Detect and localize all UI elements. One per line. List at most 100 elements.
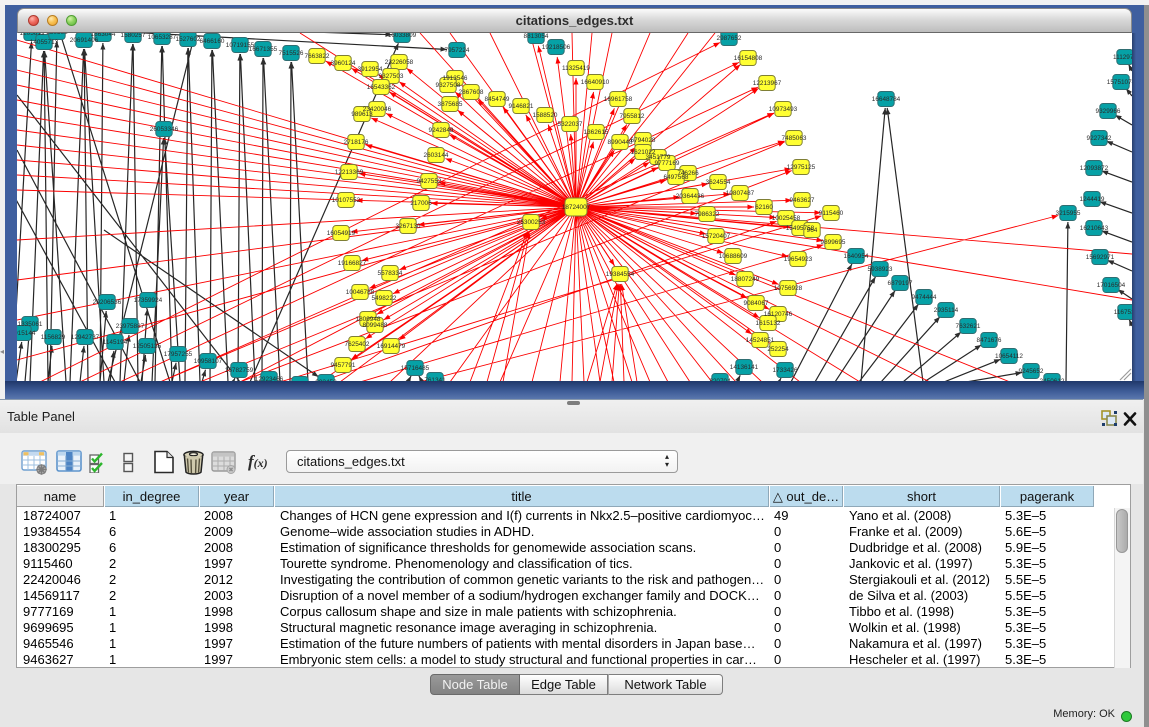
svg-text:5498222: 5498222: [372, 295, 397, 302]
svg-text:9463627: 9463627: [790, 197, 815, 204]
svg-text:9427552: 9427552: [417, 178, 442, 185]
svg-text:9327503: 9327503: [379, 73, 404, 80]
svg-text:9777169: 9777169: [655, 160, 680, 167]
svg-text:989613: 989613: [351, 111, 373, 118]
svg-text:7957224: 7957224: [445, 47, 470, 54]
svg-text:3267130: 3267130: [396, 223, 421, 230]
svg-text:7485063: 7485063: [782, 135, 807, 142]
svg-text:9146821: 9146821: [509, 103, 534, 110]
svg-text:1913546: 1913546: [443, 75, 468, 82]
svg-text:10654112: 10654112: [995, 353, 1023, 360]
svg-text:9245652: 9245652: [1019, 368, 1044, 375]
svg-text:17957255: 17957255: [164, 351, 193, 358]
svg-text:8813054: 8813054: [524, 33, 549, 40]
svg-text:6466160: 6466160: [200, 38, 225, 45]
svg-text:1863044: 1863044: [91, 33, 116, 38]
svg-text:761341: 761341: [424, 377, 446, 381]
svg-text:23975887: 23975887: [116, 323, 145, 330]
svg-text:5938923: 5938923: [868, 266, 893, 273]
svg-text:1205619: 1205619: [20, 33, 45, 37]
svg-text:7663822: 7663822: [305, 53, 330, 60]
svg-text:9899695: 9899695: [821, 239, 846, 246]
svg-text:1588520: 1588520: [533, 112, 558, 119]
svg-text:62160: 62160: [755, 204, 773, 211]
svg-text:25300253: 25300253: [517, 219, 546, 226]
svg-text:9084067: 9084067: [744, 300, 769, 307]
svg-text:2603144: 2603144: [424, 152, 449, 159]
svg-text:18807249: 18807249: [731, 276, 760, 283]
svg-text:20364436: 20364436: [676, 193, 705, 200]
svg-text:15720407: 15720407: [702, 233, 731, 240]
svg-text:12505135: 12505135: [133, 343, 162, 350]
svg-text:7986322: 7986322: [695, 211, 720, 218]
svg-text:10107552: 10107552: [332, 197, 361, 204]
svg-text:7515526: 7515526: [279, 50, 304, 57]
svg-text:10958107: 10958107: [194, 358, 223, 365]
svg-text:252254: 252254: [767, 346, 789, 353]
svg-text:9242848: 9242848: [429, 127, 454, 134]
svg-text:20691406: 20691406: [70, 37, 99, 44]
svg-text:10756928: 10756928: [774, 285, 803, 292]
svg-text:3624554: 3624554: [706, 179, 731, 186]
svg-text:6497568: 6497568: [664, 174, 689, 181]
svg-text:14136141: 14136141: [730, 364, 759, 371]
svg-text:17359924: 17359924: [134, 297, 163, 304]
svg-text:1335061: 1335061: [18, 321, 43, 328]
svg-text:12975125: 12975125: [787, 164, 816, 171]
svg-text:8471676: 8471676: [977, 337, 1002, 344]
svg-text:10046788: 10046788: [346, 289, 375, 296]
svg-text:1527602: 1527602: [176, 36, 201, 43]
svg-text:12923466: 12923466: [255, 376, 284, 381]
svg-text:18724007: 18724007: [562, 204, 591, 211]
svg-text:230568: 230568: [46, 33, 68, 36]
svg-text:9327508: 9327508: [436, 82, 461, 89]
svg-text:1733426: 1733426: [773, 367, 798, 374]
svg-text:16210643: 16210643: [1080, 225, 1109, 232]
svg-text:10025458: 10025458: [772, 215, 801, 222]
svg-text:9115460: 9115460: [819, 210, 844, 217]
svg-text:1167534: 1167534: [1114, 309, 1132, 316]
svg-text:12942737: 12942737: [71, 334, 100, 341]
svg-text:2450612: 2450612: [1040, 378, 1065, 381]
svg-text:26053346: 26053346: [150, 126, 179, 133]
svg-text:3960124: 3960124: [331, 60, 356, 67]
svg-text:10807487: 10807487: [726, 190, 755, 197]
svg-text:11325419: 11325419: [562, 65, 590, 72]
svg-text:12093872: 12093872: [1080, 165, 1109, 172]
svg-text:16648784: 16648784: [872, 96, 901, 103]
svg-text:2718176: 2718176: [344, 139, 369, 146]
svg-text:1244419: 1244419: [1080, 196, 1105, 203]
svg-text:8099488: 8099488: [363, 322, 388, 329]
svg-text:16033809: 16033809: [388, 33, 417, 39]
svg-text:1580257: 1580257: [121, 33, 146, 39]
svg-text:16671355: 16671355: [249, 46, 278, 53]
svg-text:5578334: 5578334: [378, 270, 403, 277]
svg-text:16782759: 16782759: [225, 367, 254, 374]
svg-text:8990448: 8990448: [608, 139, 633, 146]
svg-text:9227342: 9227342: [1087, 135, 1112, 142]
svg-text:16914479: 16914479: [377, 343, 406, 350]
svg-text:1615132: 1615132: [756, 320, 781, 327]
svg-text:19166827: 19166827: [338, 260, 367, 267]
svg-text:6794028: 6794028: [631, 137, 656, 144]
svg-text:16054919: 16054919: [327, 230, 356, 237]
svg-text:12213967: 12213967: [753, 80, 782, 87]
svg-text:1156829: 1156829: [41, 334, 66, 341]
svg-text:10973493: 10973493: [769, 106, 798, 113]
svg-text:15751074: 15751074: [1107, 79, 1132, 86]
svg-text:7632621: 7632621: [956, 323, 981, 330]
svg-text:7625402: 7625402: [345, 341, 370, 348]
svg-text:1362615: 1362615: [584, 129, 609, 136]
svg-text:2867608: 2867608: [459, 89, 484, 96]
svg-text:3915144: 3915144: [17, 330, 36, 337]
svg-text:23226058: 23226058: [385, 59, 414, 66]
svg-text:9457791: 9457791: [331, 362, 356, 369]
svg-text:3215955: 3215955: [1056, 210, 1081, 217]
svg-text:19218506: 19218506: [542, 44, 571, 51]
svg-text:2987652: 2987652: [717, 35, 742, 42]
svg-text:16120746: 16120746: [764, 311, 793, 318]
svg-text:2935114: 2935114: [934, 307, 959, 314]
svg-text:6879197: 6879197: [888, 280, 913, 287]
svg-text:10653287: 10653287: [148, 34, 177, 41]
svg-text:9329966: 9329966: [1096, 108, 1121, 115]
